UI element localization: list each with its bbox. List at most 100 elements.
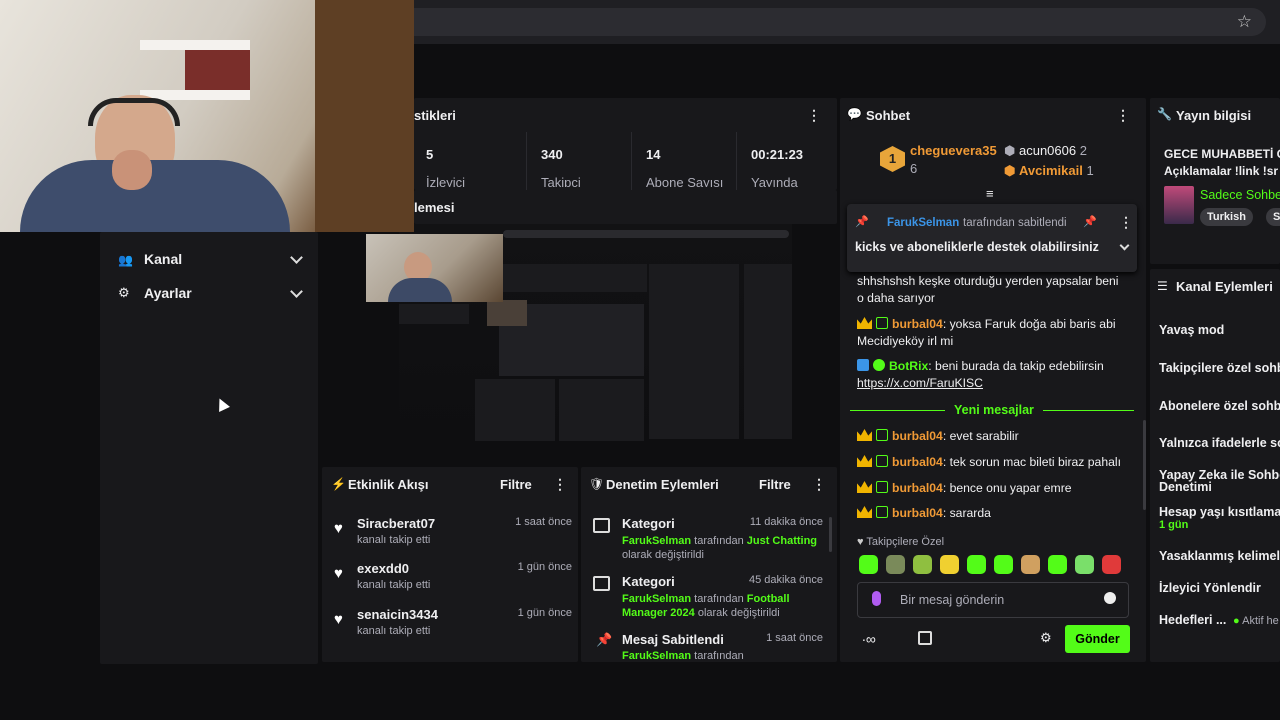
chat-message: burbal04: yoksa Faruk doğa abi baris abi… bbox=[857, 317, 1116, 348]
chat-input[interactable]: Bir mesaj gönderin bbox=[857, 582, 1129, 618]
chat-message: shhshshsh keşke oturduğu yerden yapsalar… bbox=[857, 274, 1119, 305]
wrench-icon: 🔧 bbox=[1157, 107, 1172, 121]
list-item[interactable]: ♥ senaicin3434 kanalı takip etti 1 gün önce bbox=[334, 607, 572, 637]
stat-viewers: 5 İzleyici bbox=[414, 132, 527, 190]
panel-title: stikleri bbox=[414, 108, 456, 123]
emoji-icon[interactable] bbox=[1104, 592, 1116, 604]
list-item[interactable]: Kategori 11 dakika önce FarukSelman tara… bbox=[593, 516, 825, 562]
list-item[interactable]: ♥ Siracberat07 kanalı takip etti 1 saat önc… bbox=[334, 516, 572, 546]
tag[interactable]: Soh bbox=[1266, 208, 1280, 226]
more-icon[interactable]: ⋮ bbox=[807, 107, 821, 124]
heart-icon: ♥ bbox=[334, 565, 343, 582]
stream-info-panel: 🔧 Yayın bilgisi GECE MUHABBETİ G Açıklam… bbox=[1150, 98, 1280, 264]
expand-gifters-icon[interactable]: ≡ bbox=[986, 186, 994, 201]
list-item[interactable]: ♥ exexdd0 kanalı takip etti 1 gün önce bbox=[334, 561, 572, 591]
moderation-panel: 🛡 Denetim Eylemleri Filtre ⋮ Kategori 11… bbox=[581, 467, 837, 662]
tag[interactable]: Turkish bbox=[1200, 208, 1253, 226]
action-subscribers-only[interactable]: Abonelere özel sohbe bbox=[1159, 399, 1280, 413]
gear-icon[interactable]: ⚙ bbox=[1040, 630, 1052, 646]
action-slow-mode[interactable]: Yavaş mod bbox=[1159, 323, 1224, 337]
gear-icon: ⚙ bbox=[118, 285, 130, 300]
panel-title: Denetim Eylemleri bbox=[606, 477, 719, 492]
action-account-age[interactable]: Hesap yaşı kısıtlamas bbox=[1159, 505, 1280, 519]
category-icon bbox=[593, 576, 610, 591]
chat-scrollbar[interactable] bbox=[1143, 420, 1146, 510]
rank-icon: ⬢ bbox=[1004, 163, 1016, 178]
sidebar-item-label: Ayarlar bbox=[144, 285, 192, 301]
microphone-icon[interactable] bbox=[872, 591, 881, 606]
bolt-icon: ⚡ bbox=[331, 477, 346, 491]
chat-link[interactable]: https://x.com/FaruKISC bbox=[857, 376, 983, 390]
sidebar-item-label: Kanal bbox=[144, 251, 183, 267]
shield-icon: 🛡 bbox=[589, 477, 605, 491]
chat-message: burbal04: bence onu yapar emre bbox=[857, 480, 1125, 497]
unpin-icon[interactable]: 📌 bbox=[1083, 215, 1097, 228]
panel-title: Kanal Eylemleri bbox=[1176, 279, 1273, 294]
pin-icon: 📌 bbox=[596, 632, 613, 647]
filter-button[interactable]: Filtre bbox=[500, 477, 532, 492]
action-banned-words[interactable]: Yasaklanmış kelimele bbox=[1159, 549, 1280, 563]
stream-subtitle: Açıklamalar !link !sr bbox=[1164, 164, 1279, 178]
top-gifter-count: 6 bbox=[910, 161, 918, 176]
address-bar[interactable] bbox=[414, 8, 1266, 36]
goals-status: ● Aktif he bbox=[1233, 615, 1279, 627]
chat-message: burbal04: sararda bbox=[857, 505, 1125, 522]
account-age-value: 1 gün bbox=[1159, 519, 1189, 531]
more-icon[interactable]: ⋮ bbox=[1116, 107, 1130, 124]
more-icon[interactable]: ⋮ bbox=[1119, 214, 1133, 231]
top-gifter-badge: 1 bbox=[880, 146, 905, 172]
chat-message: burbal04: tek sorun mac bileti biraz pah… bbox=[857, 454, 1125, 471]
emote-bar[interactable] bbox=[859, 555, 1139, 577]
stat-followers: 340 Takipçi bbox=[527, 132, 632, 190]
list-item[interactable]: Kategori 45 dakika önce FarukSelman tara… bbox=[593, 574, 825, 620]
heart-icon: ♥ bbox=[334, 611, 343, 628]
sidebar: 👥 Kanal ⚙ Ayarlar bbox=[100, 232, 318, 664]
webcam-overlay bbox=[0, 0, 414, 232]
stat-uptime: 00:21:23 Yayında bbox=[751, 147, 804, 187]
crown-icon bbox=[857, 317, 872, 329]
action-followers-only[interactable]: Takipçilere özel sohb bbox=[1159, 361, 1280, 375]
panel-title: Sohbet bbox=[866, 108, 911, 123]
points-icon[interactable]: ∙∞ bbox=[862, 631, 876, 647]
store-icon[interactable] bbox=[918, 631, 932, 645]
more-icon[interactable]: ⋮ bbox=[553, 476, 567, 493]
action-ai-moderation-sub: Denetimi bbox=[1159, 480, 1212, 494]
pin-icon: 📌 bbox=[855, 216, 869, 228]
send-button[interactable]: Gönder bbox=[1065, 625, 1130, 653]
stream-title: GECE MUHABBETİ G bbox=[1164, 147, 1280, 161]
gifter-name[interactable]: Avcimikail bbox=[1019, 163, 1083, 178]
action-raid[interactable]: İzleyici Yönlendir bbox=[1159, 581, 1261, 595]
chevron-down-icon bbox=[290, 251, 303, 264]
panel-title: lemesi bbox=[414, 200, 455, 215]
badge-icon bbox=[876, 317, 888, 329]
more-icon[interactable]: ⋮ bbox=[812, 476, 826, 493]
stream-preview-header: lemesi bbox=[414, 190, 837, 224]
sidebar-item-ayarlar[interactable]: ⚙ Ayarlar bbox=[118, 285, 308, 305]
panel-title: Yayın bilgisi bbox=[1176, 108, 1252, 123]
stat-subscribers: 14 Abone Sayısı bbox=[632, 132, 737, 190]
category-thumbnail bbox=[1164, 186, 1194, 224]
gifter-name[interactable]: acun0606 bbox=[1019, 143, 1076, 158]
panel-title: Etkinlik Akışı bbox=[348, 477, 429, 492]
activity-feed-panel: ⚡ Etkinlik Akışı Filtre ⋮ ♥ Siracberat07 k… bbox=[322, 467, 578, 662]
action-emotes-only[interactable]: Yalnızca ifadelerle so bbox=[1159, 436, 1280, 450]
category-icon bbox=[593, 518, 610, 533]
top-gifter-name[interactable]: cheguevera35 bbox=[910, 143, 997, 158]
bookmark-star-icon[interactable]: ☆ bbox=[1237, 12, 1252, 32]
chat-message: burbal04: evet sarabilir bbox=[857, 428, 1125, 445]
sidebar-item-kanal[interactable]: 👥 Kanal bbox=[118, 251, 308, 271]
pinned-message[interactable]: 📌 FarukSelman tarafından sabitlendi 📌 ⋮ … bbox=[847, 204, 1137, 272]
list-item[interactable]: 📌 Mesaj Sabitlendi 1 saat önce FarukSelm… bbox=[593, 632, 825, 662]
followers-only-label: ♥ Takipçilere Özel bbox=[857, 536, 945, 548]
new-messages-label: Yeni mesajlar bbox=[945, 403, 1043, 417]
list-icon: ☰ bbox=[1157, 279, 1168, 293]
scrollbar[interactable] bbox=[829, 517, 832, 552]
action-goals[interactable]: Hedefleri ... bbox=[1159, 613, 1226, 627]
filter-button[interactable]: Filtre bbox=[759, 477, 791, 492]
webcam-thumbnail bbox=[366, 234, 503, 302]
chevron-down-icon[interactable] bbox=[1119, 240, 1130, 251]
category-link[interactable]: Sadece Sohbe bbox=[1200, 188, 1280, 202]
rank-icon: ⬢ bbox=[1004, 143, 1016, 158]
bot-icon bbox=[857, 359, 869, 371]
heart-icon: ♥ bbox=[334, 520, 343, 537]
